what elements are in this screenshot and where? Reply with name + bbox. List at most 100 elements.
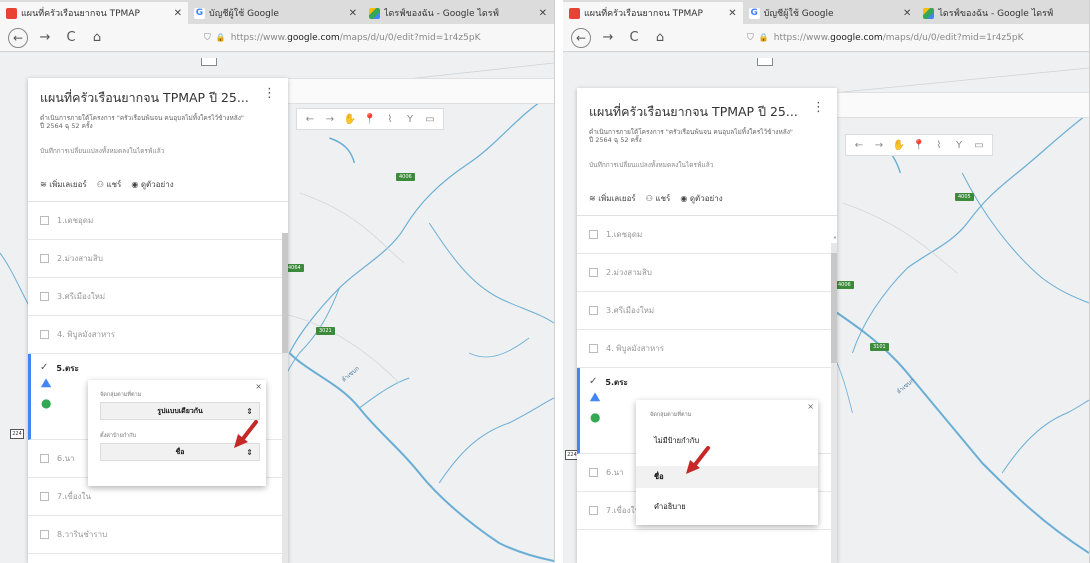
checkbox[interactable] [40,454,49,463]
nav-bar: ← → C ⌂ ⛉ 🔒 https://www.google.com/maps/… [0,24,554,52]
share-button[interactable]: ⚇ แชร์ [97,178,122,191]
scrollbar-thumb[interactable] [282,233,288,353]
add-layer-button[interactable]: ≋ เพิ่มเลเยอร์ [589,192,636,205]
road-label: 3101 [870,343,889,351]
option-name[interactable]: ชื่อ [636,466,818,488]
back-icon[interactable]: ← [571,27,591,48]
checkbox[interactable] [589,506,598,515]
paint-roller-icon[interactable]: ⛰ [41,376,51,391]
screenshot-composite: แผนที่ครัวเรือนยากจน TPMAP ✕ G บัญชีผู้ใ… [0,0,1090,563]
reload-icon[interactable]: C [62,30,80,45]
map-scroll-tab[interactable] [757,58,773,66]
close-tab-icon[interactable]: ✕ [349,8,357,19]
location-pin-icon[interactable]: ● [590,410,600,424]
close-tab-icon[interactable]: ✕ [539,8,547,19]
route-icon[interactable]: Y [403,114,417,125]
paint-roller-icon[interactable]: ⛰ [590,390,600,405]
redo-icon[interactable]: → [872,140,886,151]
reload-icon[interactable]: C [625,30,643,45]
option-description[interactable]: คำอธิบาย [636,496,818,518]
close-icon[interactable]: × [807,402,814,411]
tab-google-account[interactable]: G บัญชีผู้ใช้ Google ✕ [743,2,918,24]
location-pin-icon[interactable]: ● [41,396,51,410]
address-bar[interactable]: ⛉ 🔒 https://www.google.com/maps/d/u/0/ed… [747,33,1081,43]
checkbox[interactable] [40,330,49,339]
address-bar[interactable]: ⛉ 🔒 https://www.google.com/maps/d/u/0/ed… [204,33,546,43]
more-options-icon[interactable]: ⋮ [263,86,276,101]
undo-icon[interactable]: ← [303,114,317,125]
tab-maps[interactable]: แผนที่ครัวเรือนยากจน TPMAP ✕ [0,2,188,24]
checked-icon[interactable]: ✓ [40,362,48,373]
layer-item[interactable]: 4. พิบูลมังสาหาร [577,330,837,368]
layer-item[interactable]: 1.เดชอุดม [28,202,288,240]
ruler-icon[interactable]: ▭ [972,140,986,151]
red-arrow-annotation [686,446,710,474]
checkbox[interactable] [40,492,49,501]
close-tab-icon[interactable]: ✕ [903,8,911,19]
layer-item[interactable]: 4. พิบูลมังสาหาร [28,316,288,354]
layer-item[interactable]: 1.เดชอุดม [577,216,837,254]
map-toolbar: ← → ✋ 📍 ⌇ Y ▭ [845,134,993,156]
checkbox[interactable] [40,530,49,539]
marker-icon[interactable]: 📍 [363,114,377,125]
tab-google-drive[interactable]: ไดรฟ์ของฉัน - Google ไดรฟ์ [917,2,1089,24]
maps-favicon-icon [569,7,580,19]
checkbox[interactable] [40,254,49,263]
more-options-icon[interactable]: ⋮ [812,100,825,115]
preview-button[interactable]: ◉ ดูตัวอย่าง [131,178,173,191]
checkbox[interactable] [40,292,49,301]
hand-icon[interactable]: ✋ [343,114,357,125]
undo-icon[interactable]: ← [852,140,866,151]
map-title[interactable]: แผนที่ครัวเรือนยากจน TPMAP ปี 25... ⋮ [577,88,837,122]
save-status: บันทึกการเปลี่ยนแปลงทั้งหมดลงในไดรฟ์แล้ว [589,161,714,169]
tab-google-account[interactable]: G บัญชีผู้ใช้ Google ✕ [188,2,363,24]
back-icon[interactable]: ← [8,27,28,48]
checkbox[interactable] [589,468,598,477]
marker-icon[interactable]: 📍 [912,140,926,151]
drive-favicon-icon [923,7,935,19]
option-no-label[interactable]: ไม่มีป้ายกำกับ [636,430,818,452]
map-scroll-tab[interactable] [201,58,217,66]
ruler-icon[interactable]: ▭ [423,114,437,125]
panel-actions: ≋ เพิ่มเลเยอร์ ⚇ แชร์ ◉ ดูตัวอย่าง [28,168,288,202]
layer-item[interactable]: 2.ม่วงสามสิบ [28,240,288,278]
tab-google-drive[interactable]: ไดรฟ์ของฉัน - Google ไดรฟ์ ✕ [363,2,553,24]
share-button[interactable]: ⚇ แชร์ [646,192,671,205]
forward-icon[interactable]: → [36,30,54,45]
home-icon[interactable]: ⌂ [88,30,106,45]
select-arrows-icon: ⇕ [246,406,253,416]
checkbox[interactable] [589,268,598,277]
route-icon[interactable]: Y [952,140,966,151]
panel-scrollbar[interactable] [282,233,288,563]
close-icon[interactable]: × [255,382,262,391]
redo-icon[interactable]: → [323,114,337,125]
map-title[interactable]: แผนที่ครัวเรือนยากจน TPMAP ปี 25... ⋮ [28,78,288,108]
group-label: จัดกลุ่มตามที่ตาม [650,412,692,418]
group-select[interactable]: รูปแบบเดียวกัน ⇕ [100,402,260,420]
add-layer-button[interactable]: ≋ เพิ่มเลเยอร์ [40,178,87,191]
checkbox[interactable] [589,306,598,315]
checkbox[interactable] [40,216,49,225]
checked-icon[interactable]: ✓ [589,376,597,387]
layer-item[interactable]: 3.ศรีเมืองใหม่ [577,292,837,330]
layer-item[interactable]: 2.ม่วงสามสิบ [577,254,837,292]
checkbox[interactable] [589,230,598,239]
lock-icon: 🔒 [215,33,226,42]
draw-line-icon[interactable]: ⌇ [383,114,397,125]
scrollbar-thumb[interactable] [831,253,837,363]
close-tab-icon[interactable]: ✕ [728,8,736,19]
draw-line-icon[interactable]: ⌇ [932,140,946,151]
tab-maps[interactable]: แผนที่ครัวเรือนยากจน TPMAP ✕ [563,2,743,24]
scroll-up-icon[interactable]: ˄ [833,236,837,245]
checkbox[interactable] [589,344,598,353]
forward-icon[interactable]: → [599,30,617,45]
home-icon[interactable]: ⌂ [651,30,669,45]
close-tab-icon[interactable]: ✕ [174,8,182,19]
preview-button[interactable]: ◉ ดูตัวอย่าง [680,192,722,205]
red-arrow-annotation [234,420,258,448]
eye-icon: ◉ [680,194,690,203]
hand-icon[interactable]: ✋ [892,140,906,151]
panel-scrollbar[interactable] [831,243,837,563]
layer-item[interactable]: 8.วารินชำราบ [28,516,288,554]
layer-item[interactable]: 3.ศรีเมืองใหม่ [28,278,288,316]
